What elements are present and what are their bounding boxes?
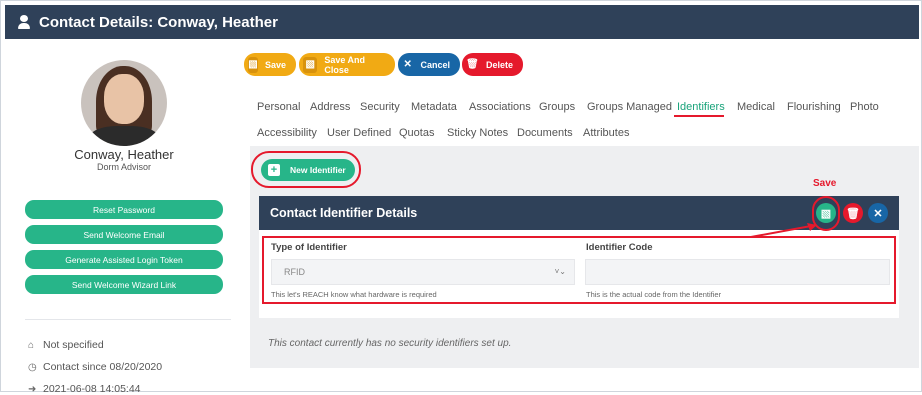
card-cancel-button[interactable]: ✕ (868, 203, 888, 223)
empty-message: This contact currently has no security i… (268, 338, 512, 349)
tab-documents[interactable]: Documents (517, 127, 573, 139)
chevron-down-icon: ˅⌄ (554, 267, 566, 276)
contact-details-window: Contact Details: Conway, Heather Conway,… (0, 0, 922, 395)
identifier-code-input[interactable] (585, 259, 890, 285)
tab-address[interactable]: Address (310, 101, 350, 113)
tab-photo[interactable]: Photo (850, 101, 879, 113)
title-bar: Contact Details: Conway, Heather (5, 5, 919, 39)
send-welcome-wizard-button[interactable]: Send Welcome Wizard Link (25, 275, 223, 294)
tab-user-defined[interactable]: User Defined (327, 127, 391, 139)
database-icon: ▧ (248, 56, 258, 73)
tab-accessibility[interactable]: Accessibility (257, 127, 317, 139)
send-welcome-email-button[interactable]: Send Welcome Email (25, 225, 223, 244)
tab-quotas[interactable]: Quotas (399, 127, 434, 139)
tab-flourishing[interactable]: Flourishing (787, 101, 841, 113)
tab-security[interactable]: Security (360, 101, 400, 113)
reset-password-button[interactable]: Reset Password (25, 200, 223, 219)
home-icon: ⌂ (28, 339, 35, 351)
generate-login-token-button[interactable]: Generate Assisted Login Token (25, 250, 223, 269)
tab-attributes[interactable]: Attributes (583, 127, 629, 139)
avatar (81, 60, 167, 146)
save-button[interactable]: ▧ Save (244, 53, 296, 76)
card-title: Contact Identifier Details (270, 206, 418, 220)
type-label: Type of Identifier (271, 242, 347, 253)
close-icon: ✕ (403, 59, 412, 70)
sign-in-icon: ➜ (28, 383, 37, 395)
meta-contact-since: ◷ Contact since 08/20/2020 (28, 361, 163, 373)
card-delete-button[interactable]: 🗑 (843, 203, 863, 223)
meta-location: ⌂ Not specified (28, 339, 104, 351)
save-and-close-button[interactable]: ▧ Save And Close (299, 53, 395, 76)
tab-metadata[interactable]: Metadata (411, 101, 457, 113)
tab-identifiers[interactable]: Identifiers (677, 101, 725, 113)
trash-icon: 🗑 (466, 59, 479, 70)
tab-personal[interactable]: Personal (257, 101, 300, 113)
active-tab-indicator (674, 115, 724, 117)
trash-icon: 🗑 (846, 207, 860, 220)
delete-button[interactable]: 🗑 Delete (462, 53, 523, 76)
contact-name: Conway, Heather (74, 147, 174, 162)
code-help: This is the actual code from the Identif… (586, 290, 722, 299)
tab-medical[interactable]: Medical (737, 101, 775, 113)
type-help: This let's REACH know what hardware is r… (271, 290, 437, 299)
save-annotation: Save (813, 178, 837, 189)
clock-icon: ◷ (28, 361, 37, 373)
cancel-button[interactable]: ✕ Cancel (398, 53, 460, 76)
tab-groups[interactable]: Groups (539, 101, 575, 113)
code-label: Identifier Code (586, 242, 653, 253)
tab-groups-managed[interactable]: Groups Managed (587, 101, 672, 113)
close-icon: ✕ (873, 207, 883, 220)
type-select[interactable]: RFID ˅⌄ (271, 259, 575, 285)
window-title: Contact Details: Conway, Heather (39, 13, 278, 31)
tab-associations[interactable]: Associations (469, 101, 531, 113)
divider (25, 319, 231, 320)
database-icon: ▧ (303, 56, 318, 73)
highlight-new-identifier (251, 151, 361, 188)
user-icon (17, 15, 31, 29)
contact-role: Dorm Advisor (96, 162, 151, 172)
meta-last-login: ➜ 2021-06-08 14:05:44 (28, 383, 141, 395)
tab-sticky-notes[interactable]: Sticky Notes (447, 127, 508, 139)
